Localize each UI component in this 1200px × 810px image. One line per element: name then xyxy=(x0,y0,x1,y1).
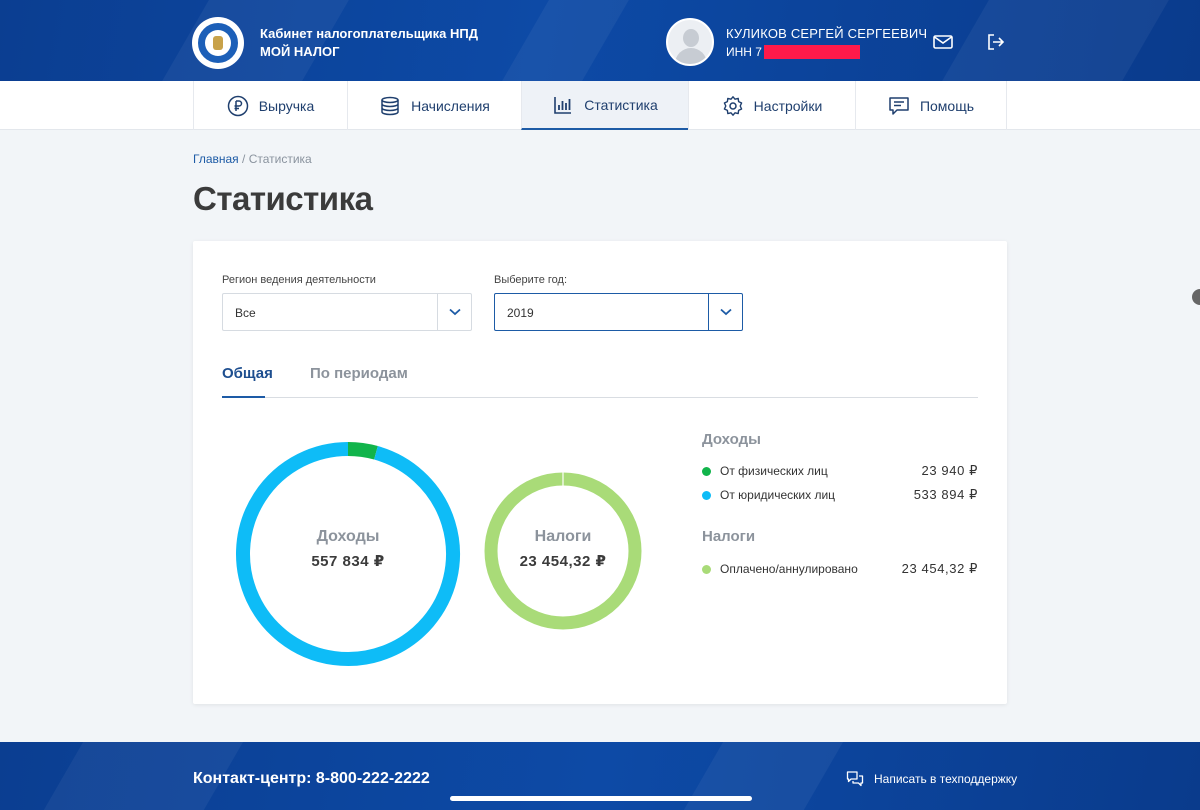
support-chat-icon xyxy=(846,771,864,787)
legend-legal-amount: 533 894 ₽ xyxy=(913,487,978,502)
user-inn: ИНН 7 xyxy=(726,45,860,59)
support-link[interactable]: Написать в техподдержку xyxy=(846,770,1017,788)
chevron-down-icon[interactable] xyxy=(437,294,471,330)
income-donut-title: Доходы xyxy=(316,528,380,545)
region-select[interactable]: Все xyxy=(222,293,472,331)
legend-tax-heading: Налоги xyxy=(702,528,756,545)
physical-dot-icon xyxy=(702,467,711,476)
tab-divider xyxy=(222,397,978,398)
legend-physical-amount: 23 940 ₽ xyxy=(921,463,978,478)
year-select[interactable]: 2019 xyxy=(494,293,743,331)
top-header: Кабинет налогоплательщика НПД МОЙ НАЛОГ … xyxy=(0,0,1200,81)
brand-line2: МОЙ НАЛОГ xyxy=(260,44,340,59)
tab-general[interactable]: Общая xyxy=(222,365,273,382)
nav-item-help[interactable]: Помощь xyxy=(855,81,1007,130)
tax-donut-value: 23 454,32 ₽ xyxy=(519,553,607,570)
help-chat-icon xyxy=(889,96,909,115)
support-label: Написать в техподдержку xyxy=(874,772,1018,786)
breadcrumb-home-link[interactable]: Главная xyxy=(193,152,239,166)
chevron-down-icon[interactable] xyxy=(708,294,742,330)
legend-paid-label: Оплачено/аннулировано xyxy=(720,562,858,576)
gear-icon xyxy=(723,95,742,116)
breadcrumb-separator: / xyxy=(238,152,249,166)
nav-label-charges: Начисления xyxy=(411,97,490,114)
nav-item-settings[interactable]: Настройки xyxy=(688,81,855,130)
paid-dot-icon xyxy=(702,565,711,574)
nav-label-settings: Настройки xyxy=(753,97,823,114)
brand-title[interactable]: Кабинет налогоплательщика НПД МОЙ НАЛОГ xyxy=(260,25,478,61)
user-name[interactable]: КУЛИКОВ СЕРГЕЙ СЕРГЕЕВИЧ xyxy=(726,26,927,41)
nav-label-revenue: Выручка xyxy=(258,97,315,114)
contact-center-phone[interactable]: Контакт-центр: 8-800-222-2222 xyxy=(193,770,430,788)
income-donut-value: 557 834 ₽ xyxy=(311,553,385,570)
legend-row-physical: От физических лиц 23 940 ₽ xyxy=(702,463,978,479)
ruble-icon xyxy=(227,95,248,116)
legend-physical-label: От физических лиц xyxy=(720,464,828,478)
nav-item-statistics[interactable]: Статистика xyxy=(521,81,688,130)
mail-icon[interactable] xyxy=(932,32,954,52)
nav-label-statistics: Статистика xyxy=(584,96,658,113)
region-value: Все xyxy=(235,306,256,320)
side-handle[interactable] xyxy=(1192,289,1200,305)
income-slice-physical xyxy=(347,442,378,460)
legend-row-legal: От юридических лиц 533 894 ₽ xyxy=(702,487,978,503)
page-title: Статистика xyxy=(193,180,373,217)
nav-label-help: Помощь xyxy=(919,97,975,114)
legend-paid-amount: 23 454,32 ₽ xyxy=(901,561,978,576)
tax-donut-label: Налоги 23 454,32 ₽ xyxy=(482,528,644,570)
home-indicator[interactable] xyxy=(450,796,752,801)
income-donut-label: Доходы 557 834 ₽ xyxy=(230,528,466,570)
year-value: 2019 xyxy=(507,306,534,320)
inn-redaction xyxy=(763,45,860,59)
legend-row-paid: Оплачено/аннулировано 23 454,32 ₽ xyxy=(702,561,978,577)
region-label: Регион ведения деятельности xyxy=(222,274,376,286)
year-label: Выберите год: xyxy=(494,274,568,286)
tax-donut-title: Налоги xyxy=(534,528,592,545)
avatar[interactable] xyxy=(666,18,714,66)
breadcrumb-current: Статистика xyxy=(248,152,312,166)
nav-item-charges[interactable]: Начисления xyxy=(347,81,521,130)
tab-active-indicator xyxy=(222,396,265,398)
inn-label: ИНН 7 xyxy=(726,45,762,59)
brand-line1: Кабинет налогоплательщика НПД xyxy=(260,26,479,41)
coins-icon xyxy=(381,96,399,115)
nav-item-revenue[interactable]: Выручка xyxy=(193,81,347,130)
statistics-card: Регион ведения деятельности Все Выберите… xyxy=(193,241,1007,704)
fns-emblem-logo[interactable] xyxy=(192,17,244,69)
legend-income-heading: Доходы xyxy=(702,431,761,448)
logout-icon[interactable] xyxy=(985,32,1007,52)
bar-chart-icon xyxy=(554,96,572,114)
breadcrumb: Главная / Статистика xyxy=(193,152,312,166)
legal-dot-icon xyxy=(702,491,711,500)
main-nav: Выручка Начисления Статистика Настройки … xyxy=(0,81,1200,130)
legend-legal-label: От юридических лиц xyxy=(720,488,836,502)
tab-periods[interactable]: По периодам xyxy=(310,365,408,382)
